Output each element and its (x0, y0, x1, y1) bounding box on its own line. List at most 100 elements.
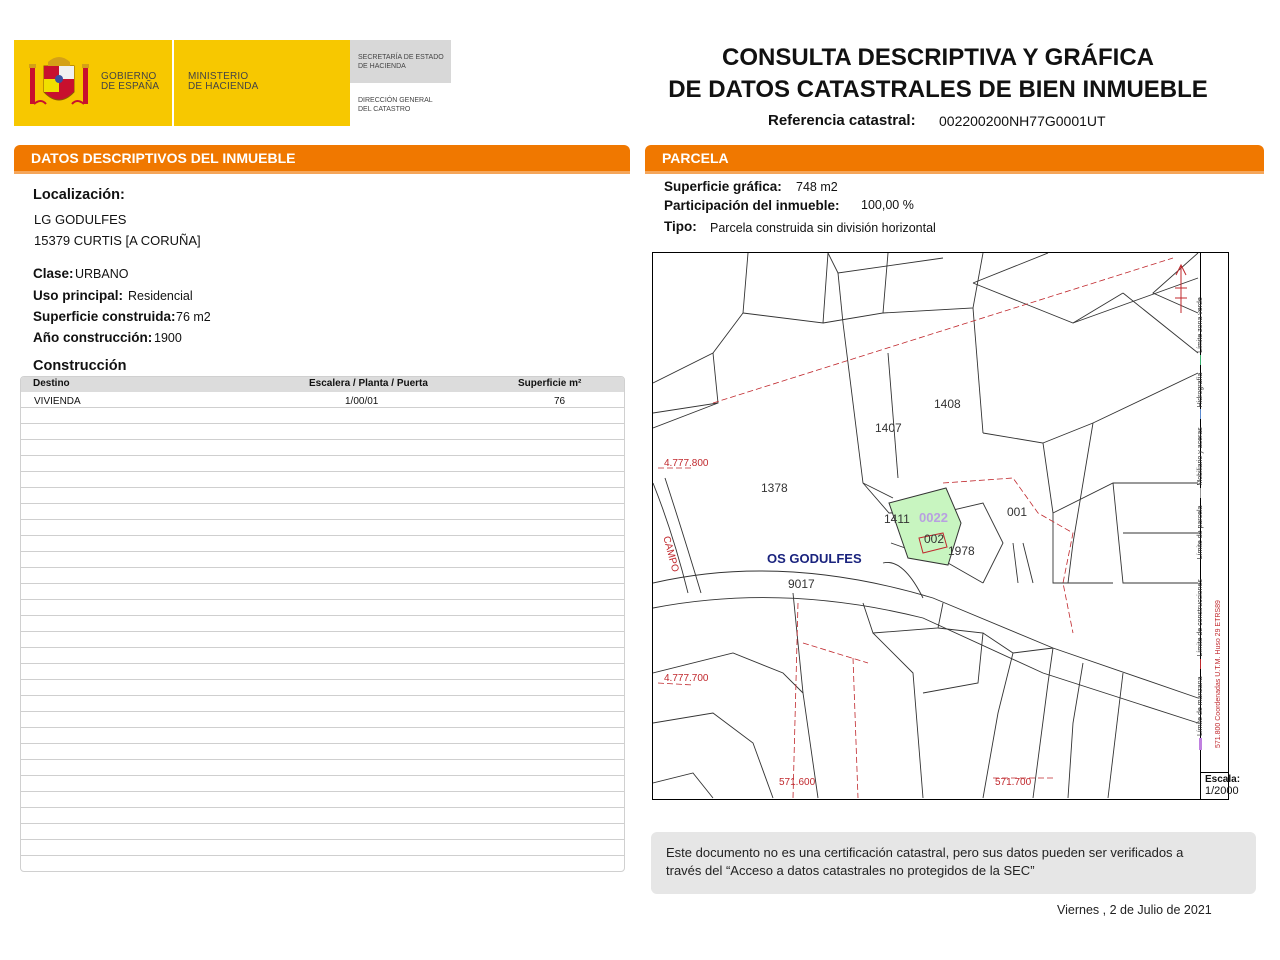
construccion-label: Construcción (33, 358, 127, 374)
uso-value: Residencial (128, 289, 193, 303)
table-row-line (21, 839, 624, 840)
td-destino: VIVIENDA (34, 396, 81, 407)
address-line1: LG GODULFES (34, 212, 127, 227)
table-row-line (21, 567, 624, 568)
cadastral-map: 1408 1407 1378 1411 0022 002 1978 001 90… (652, 252, 1229, 800)
parcel-1411: 1411 (884, 512, 910, 526)
coord-y2: 4.777.700 (664, 673, 709, 684)
sec-line1: SECRETARÍA DE ESTADO (358, 54, 444, 61)
section-header-datos: DATOS DESCRIPTIVOS DEL INMUEBLE (14, 145, 630, 174)
localizacion-label: Localización: (33, 187, 125, 203)
table-row-line (21, 855, 624, 856)
table-row-line (21, 583, 624, 584)
note-line1: Este documento no es una certificación c… (666, 845, 1184, 860)
sup-grafica-value: 748 m2 (796, 180, 838, 194)
min-line2: DE HACIENDA (188, 81, 259, 92)
scale-value: 1/2000 (1205, 785, 1239, 797)
td-escalera: 1/00/01 (345, 396, 379, 407)
table-row-line (21, 519, 624, 520)
clase-label: Clase: (33, 266, 74, 281)
parcel-001: 001 (1007, 505, 1028, 519)
table-row-line (21, 743, 624, 744)
ref-label: Referencia catastral: (768, 112, 916, 129)
table-row-line (21, 471, 624, 472)
table-row-line (21, 663, 624, 664)
table-row-line (21, 439, 624, 440)
table-row-line (21, 615, 624, 616)
legend-parcela: Límite de parcela (1197, 505, 1204, 560)
construction-table: Destino Escalera / Planta / Puerta Super… (20, 376, 625, 872)
table-row-line (21, 503, 624, 504)
title-line1: CONSULTA DESCRIPTIVA Y GRÁFICA (721, 44, 1155, 71)
table-row-line (21, 455, 624, 456)
table-row-line (21, 807, 624, 808)
referencia-catastral: Referencia catastral: 002200200NH77G0001… (768, 112, 1106, 129)
parcel-0022: 0022 (919, 510, 948, 525)
section-title-prefix: DATOS DESCRIPTIVOS DEL (31, 150, 223, 166)
parcela-title: PARCELA (662, 150, 729, 166)
coat-of-arms-icon (29, 57, 89, 105)
parcel-1978: 1978 (948, 544, 975, 558)
table-row-line (21, 647, 624, 648)
address-line2: 15379 CURTIS [A CORUÑA] (34, 233, 201, 248)
legend-construcciones: Límite de construcciones (1197, 579, 1204, 657)
clase-value: URBANO (75, 267, 129, 281)
note-line2: través del “Acceso a datos catastrales n… (666, 863, 1035, 878)
td-superficie: 76 (554, 396, 566, 407)
parcel-9017: 9017 (788, 577, 815, 591)
table-row-line (21, 695, 624, 696)
sec-line2: DE HACIENDA (358, 63, 406, 70)
section-title-bold: INMUEBLE (222, 150, 296, 166)
scale-label: Escala: (1205, 774, 1241, 785)
anio-label: Año construcción: (33, 330, 153, 345)
sup-grafica-label: Superficie gráfica: (664, 179, 782, 194)
table-row-line (21, 423, 624, 424)
table-row-line (21, 631, 624, 632)
legend-hidrografia: Hidrografía (1197, 372, 1204, 408)
coord-x1: 571.600 (779, 777, 816, 788)
logo-divider (172, 40, 174, 126)
table-row-line (21, 759, 624, 760)
participacion-label: Participación del inmueble: (664, 198, 840, 213)
coord-x2: 571.700 (995, 777, 1032, 788)
table-row-line (21, 535, 624, 536)
gov-line2: DE ESPAÑA (101, 81, 160, 92)
ref-value: 002200200NH77G0001UT (939, 113, 1106, 129)
table-row-line (21, 775, 624, 776)
table-row-line (21, 679, 624, 680)
table-row-line (21, 823, 624, 824)
coord-y1: 4.777.800 (664, 458, 709, 469)
table-row-line (21, 711, 624, 712)
legend-coord-note: 571.800 Coordenadas U.T.M. Huso 29 ETRS8… (1215, 600, 1222, 748)
table-row-line (21, 599, 624, 600)
place-name: OS GODULFES (767, 551, 862, 566)
th-destino: Destino (33, 378, 70, 389)
legend-mobiliario: Mobiliario y aceras (1197, 427, 1204, 486)
superficie-label: Superficie construida: (33, 309, 176, 324)
map-canvas (653, 253, 1199, 799)
document-date: Viernes , 2 de Julio de 2021 (1057, 903, 1212, 917)
document-title: CONSULTA DESCRIPTIVA Y GRÁFICA DE DATOS … (640, 42, 1236, 106)
participacion-value: 100,00 % (861, 198, 914, 212)
disclaimer-note: Este documento no es una certificación c… (651, 832, 1256, 894)
parcel-1408: 1408 (934, 397, 961, 411)
superficie-value: 76 m2 (176, 310, 211, 324)
anio-value: 1900 (154, 331, 182, 345)
map-legend: Límite de manzana Límite de construccion… (1197, 250, 1229, 772)
legend-zona-verde: Límite zona verde (1197, 297, 1204, 353)
tipo-label: Tipo: (664, 219, 697, 234)
dir-line1: DIRECCIÓN GENERAL (358, 97, 433, 104)
parcel-1378: 1378 (761, 481, 788, 495)
section-header-parcela: PARCELA (645, 145, 1264, 174)
title-line2: DE DATOS CATASTRALES DE BIEN INMUEBLE (668, 76, 1208, 103)
table-row-line (21, 791, 624, 792)
table-row-line (21, 407, 624, 408)
th-superficie: Superficie m² (518, 378, 582, 389)
tipo-value: Parcela construida sin división horizont… (710, 221, 936, 235)
legend-rotated: Límite de manzana Límite de construccion… (1197, 250, 1204, 750)
parcel-1407: 1407 (875, 421, 902, 435)
uso-label: Uso principal: (33, 288, 124, 303)
table-row-line (21, 551, 624, 552)
parcel-002: 002 (924, 532, 945, 546)
th-escalera: Escalera / Planta / Puerta (309, 378, 428, 389)
